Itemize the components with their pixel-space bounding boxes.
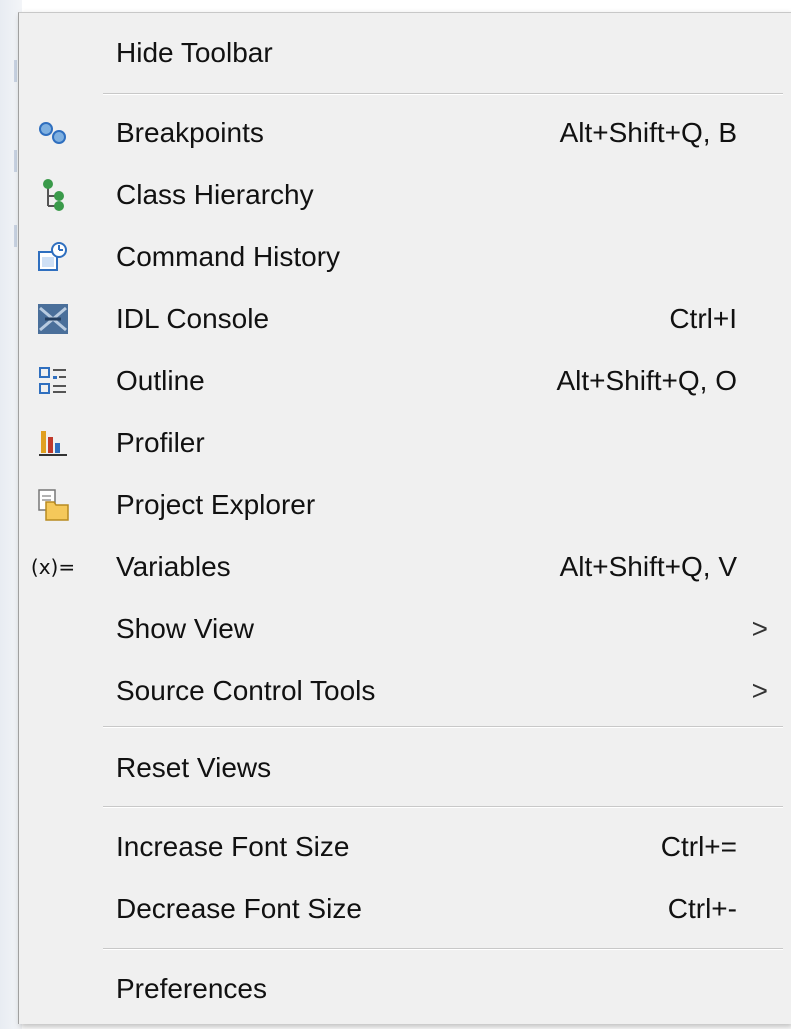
- menu-item-label: Project Explorer: [116, 489, 316, 520]
- command-history-icon: [35, 239, 71, 275]
- outline-icon: [35, 363, 71, 399]
- menu-item-reset-views[interactable]: Reset Views: [19, 738, 791, 798]
- menu-item-label: Outline: [116, 365, 205, 396]
- menu-item-label: Breakpoints: [116, 117, 264, 148]
- idl-console-icon: [35, 301, 71, 337]
- menu-item-label: Class Hierarchy: [116, 179, 314, 210]
- menu-item-label: Increase Font Size: [116, 831, 350, 862]
- variables-icon-glyph: (x)=: [30, 555, 76, 579]
- menu-item-idl-console[interactable]: IDL Console Ctrl+I: [19, 289, 791, 349]
- menu-item-hide-toolbar[interactable]: Hide Toolbar: [19, 23, 791, 83]
- menu-item-label: Decrease Font Size: [116, 893, 362, 924]
- menu-item-shortcut: Alt+Shift+Q, O: [556, 365, 737, 396]
- class-hierarchy-icon: [35, 177, 71, 213]
- submenu-arrow-icon: >: [751, 675, 768, 706]
- menu-item-label: Profiler: [116, 427, 205, 458]
- menu-item-variables[interactable]: (x)= Variables Alt+Shift+Q, V: [19, 537, 791, 597]
- project-explorer-icon: [35, 487, 71, 523]
- menu-item-class-hierarchy[interactable]: Class Hierarchy: [19, 165, 791, 225]
- menu-item-shortcut: Alt+Shift+Q, V: [559, 551, 737, 582]
- menu-item-command-history[interactable]: Command History: [19, 227, 791, 287]
- menu-item-outline[interactable]: Outline Alt+Shift+Q, O: [19, 351, 791, 411]
- background-tick: [14, 60, 17, 82]
- breakpoints-icon: [35, 115, 71, 151]
- submenu-arrow-icon: >: [751, 613, 768, 644]
- menu-item-label: Show View: [116, 613, 255, 644]
- menu-item-label: Variables: [116, 551, 231, 582]
- menu-item-preferences[interactable]: Preferences: [19, 959, 791, 1019]
- menu-item-breakpoints[interactable]: Breakpoints Alt+Shift+Q, B: [19, 103, 791, 163]
- menu-separator: [103, 806, 783, 808]
- menu-item-label: Hide Toolbar: [116, 37, 273, 68]
- menu-item-shortcut: Ctrl+=: [660, 831, 737, 862]
- menu-item-shortcut: Ctrl+-: [667, 893, 737, 924]
- menu-item-shortcut: Ctrl+I: [669, 303, 737, 334]
- menu-item-label: Source Control Tools: [116, 675, 376, 706]
- menu-item-show-view[interactable]: Show View >: [19, 599, 791, 659]
- menu-item-source-control-tools[interactable]: Source Control Tools >: [19, 661, 791, 721]
- variables-icon: (x)=: [31, 549, 75, 585]
- background-tick: [14, 225, 17, 247]
- menu-item-profiler[interactable]: Profiler: [19, 413, 791, 473]
- menu-item-label: IDL Console: [116, 303, 270, 334]
- menu-item-increase-font-size[interactable]: Increase Font Size Ctrl+=: [19, 817, 791, 877]
- menu-item-decrease-font-size[interactable]: Decrease Font Size Ctrl+-: [19, 879, 791, 939]
- background-tick: [14, 150, 17, 172]
- menu-separator: [103, 726, 783, 728]
- menu-item-label: Reset Views: [116, 752, 272, 783]
- menu-separator: [103, 93, 783, 95]
- profiler-icon: [35, 425, 71, 461]
- context-menu: Hide Toolbar Breakpoints Alt+Shift+Q, B …: [18, 12, 791, 1024]
- menu-separator: [103, 948, 783, 950]
- menu-item-project-explorer[interactable]: Project Explorer: [19, 475, 791, 535]
- menu-item-label: Preferences: [116, 973, 267, 1004]
- menu-item-shortcut: Alt+Shift+Q, B: [559, 117, 737, 148]
- menu-item-label: Command History: [116, 241, 341, 272]
